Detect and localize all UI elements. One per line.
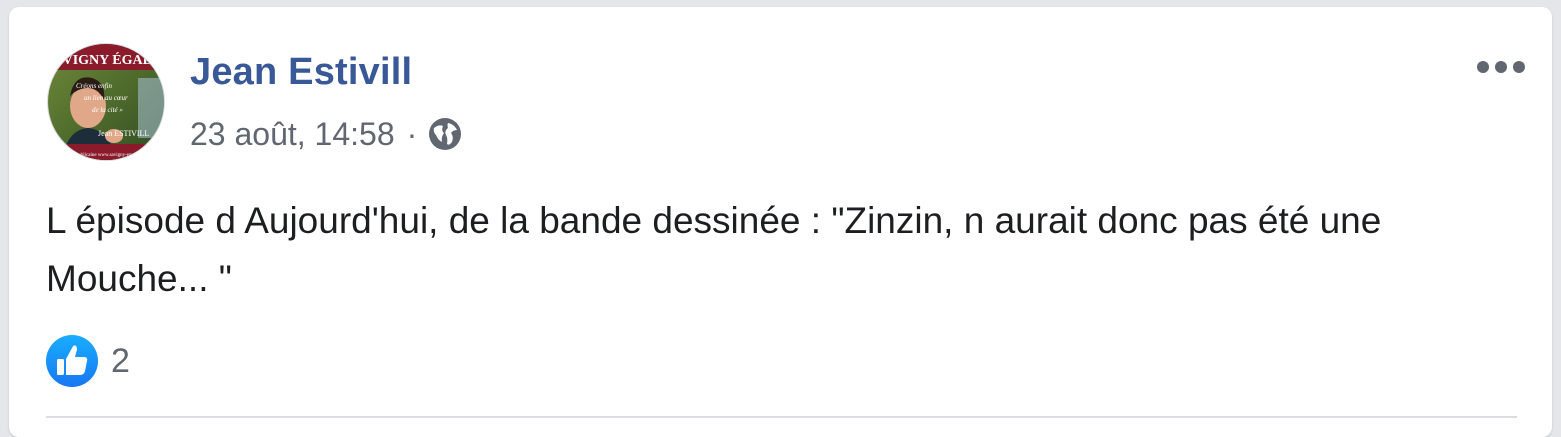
avatar-name-text: Jean ESTIVILL	[98, 129, 149, 138]
avatar-banner-text: VIGNY ÉGALI	[63, 51, 158, 68]
avatar[interactable]: VIGNY ÉGALI Créons enfin un lien au cœur…	[47, 43, 165, 161]
avatar-quote-line2: un lien au cœur	[84, 94, 128, 102]
meta-separator: ·	[406, 115, 418, 152]
author-name[interactable]: Jean Estivill	[190, 51, 412, 94]
post-meta: 23 août, 14:58 ·	[190, 112, 463, 156]
post-card: VIGNY ÉGALI Créons enfin un lien au cœur…	[9, 7, 1552, 437]
avatar-quote-line1: Créons enfin	[76, 82, 112, 90]
avatar-image: VIGNY ÉGALI Créons enfin un lien au cœur…	[48, 44, 164, 160]
reactions-summary[interactable]: 2	[45, 335, 130, 387]
post-timestamp[interactable]: 23 août, 14:58	[190, 116, 395, 153]
avatar-footer-text: républicaine www.savigny-egalite	[72, 153, 141, 158]
divider	[46, 416, 1517, 418]
globe-icon[interactable]	[427, 116, 463, 152]
more-options-button[interactable]	[1471, 53, 1531, 81]
like-icon	[46, 335, 98, 387]
post-text: L épisode d Aujourd'hui, de la bande des…	[46, 200, 1382, 299]
more-horizontal-icon	[1477, 61, 1525, 73]
reaction-count: 2	[111, 341, 130, 380]
avatar-quote-line3: de la cité »	[92, 106, 123, 114]
